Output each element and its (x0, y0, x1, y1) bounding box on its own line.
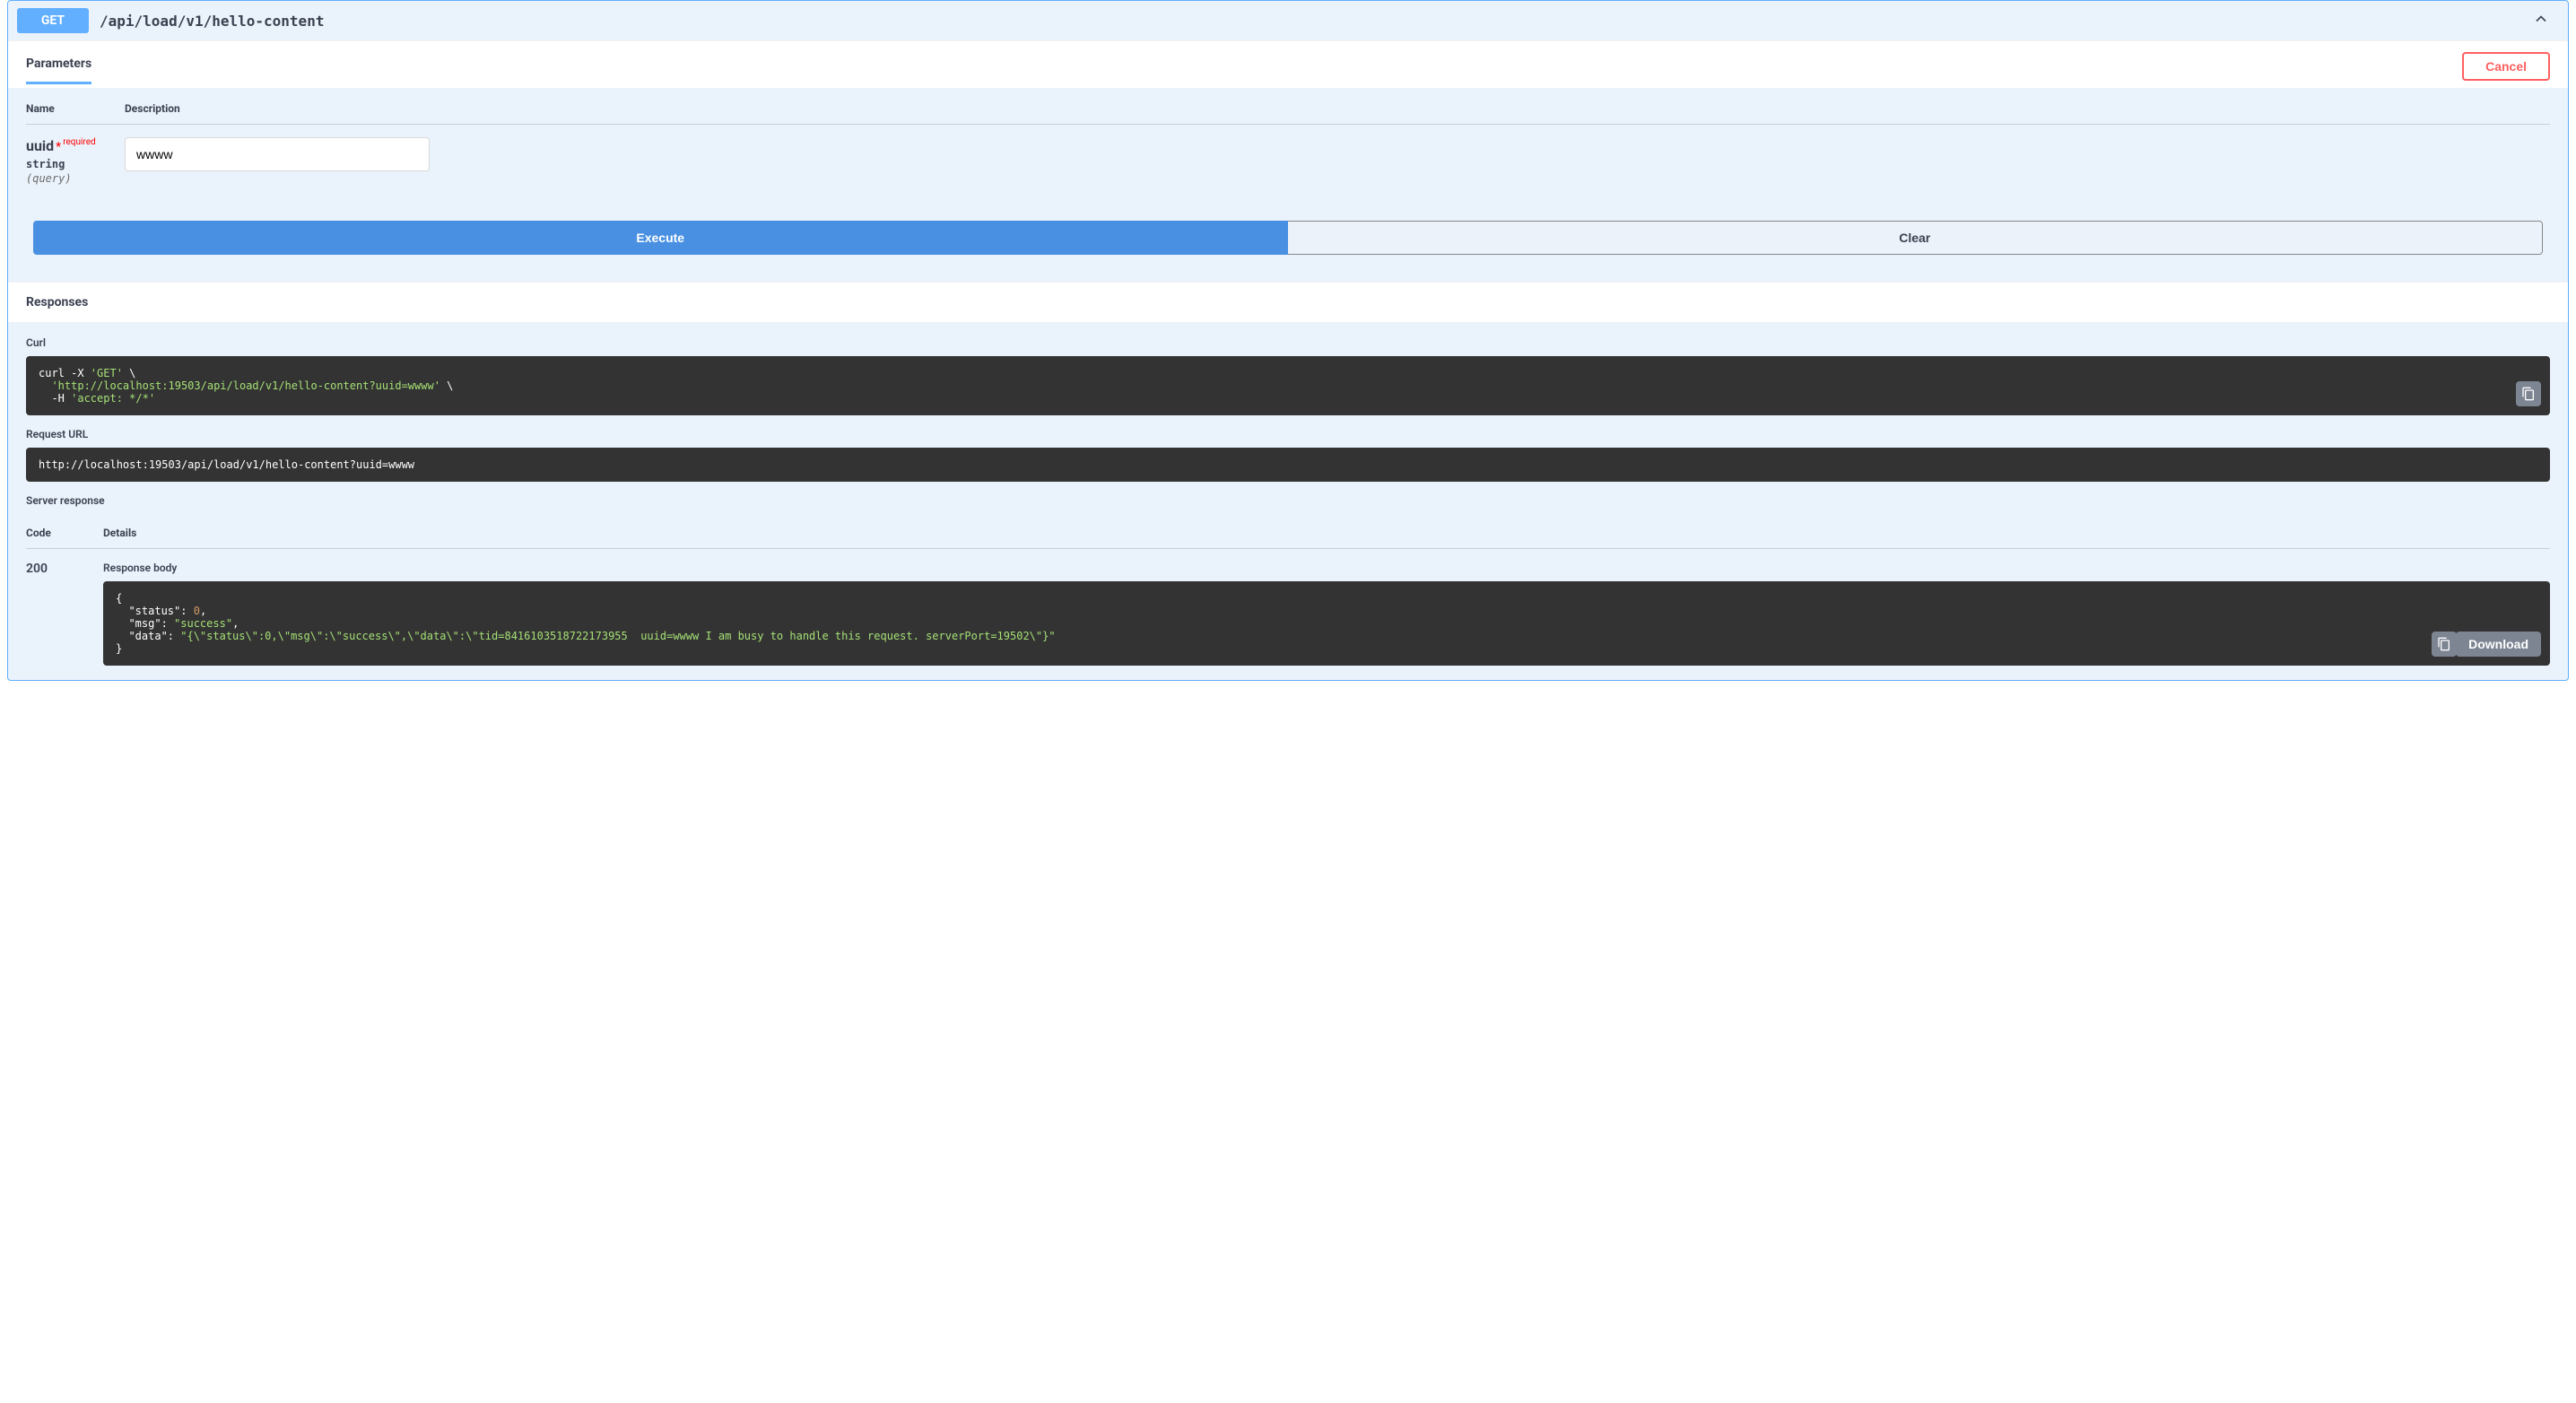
request-url-value: http://localhost:19503/api/load/v1/hello… (39, 458, 414, 471)
required-star-icon: * (54, 140, 61, 154)
cancel-button[interactable]: Cancel (2462, 52, 2550, 81)
chevron-up-icon[interactable] (2532, 10, 2550, 31)
parameters-table: Name Description uuid*required string (q… (8, 88, 2568, 203)
server-response-label: Server response (26, 494, 2550, 507)
json-string: "success" (174, 617, 232, 630)
endpoint-path: /api/load/v1/hello-content (100, 13, 324, 30)
required-label: required (61, 137, 95, 147)
method-badge: GET (17, 8, 89, 33)
curl-text (39, 379, 51, 392)
response-code: 200 (26, 562, 103, 576)
param-header-description: Description (125, 102, 180, 115)
json-key: "status" (116, 605, 180, 617)
param-row: uuid*required string (query) (26, 125, 2550, 203)
param-header-name: Name (26, 102, 125, 115)
json-string: "{\"status\":0,\"msg\":\"success\",\"dat… (180, 630, 1055, 642)
json-key: "msg" (116, 617, 161, 630)
curl-text: curl -X (39, 367, 91, 379)
json-comma: , (232, 617, 239, 630)
responses-header: Responses (8, 282, 2568, 322)
json-number: 0 (194, 605, 200, 617)
tab-parameters[interactable]: Parameters (26, 57, 91, 84)
response-body-block: { "status": 0, "msg": "success", "data":… (103, 581, 2550, 666)
json-comma: , (200, 605, 206, 617)
copy-curl-button[interactable] (2516, 381, 2541, 406)
curl-text: \ (440, 379, 453, 392)
json-colon: : (161, 617, 174, 630)
curl-label: Curl (26, 336, 2550, 349)
param-type: string (26, 158, 125, 170)
copy-body-button[interactable] (2432, 632, 2457, 657)
curl-url: 'http://localhost:19503/api/load/v1/hell… (51, 379, 439, 392)
execute-button[interactable]: Execute (33, 221, 1288, 255)
request-url-label: Request URL (26, 428, 2550, 440)
param-input-cell (125, 137, 430, 185)
response-details: Response body { "status": 0, "msg": "suc… (103, 562, 2550, 666)
operation-block: GET /api/load/v1/hello-content Parameter… (7, 0, 2569, 681)
curl-text: \ (123, 367, 135, 379)
json-brace: } (116, 642, 122, 655)
param-name-cell: uuid*required string (query) (26, 137, 125, 185)
clear-button[interactable]: Clear (1288, 221, 2544, 255)
request-url-block: http://localhost:19503/api/load/v1/hello… (26, 448, 2550, 482)
json-colon: : (168, 630, 180, 642)
param-headers-row: Name Description (26, 102, 2550, 125)
response-row: 200 Response body { "status": 0, "msg": … (26, 549, 2550, 666)
curl-block: curl -X 'GET' \ 'http://localhost:19503/… (26, 356, 2550, 415)
response-section: Curl curl -X 'GET' \ 'http://localhost:1… (8, 322, 2568, 680)
param-location: (query) (26, 172, 125, 185)
curl-method: 'GET' (91, 367, 123, 379)
response-header-details: Details (103, 527, 136, 539)
response-headers-row: Code Details (26, 514, 2550, 549)
json-brace: { (116, 592, 122, 605)
json-key: "data" (116, 630, 168, 642)
param-name: uuid (26, 137, 54, 154)
curl-text: -H (39, 392, 71, 405)
curl-header: 'accept: */*' (71, 392, 155, 405)
execute-row: Execute Clear (8, 203, 2568, 282)
uuid-input[interactable] (125, 137, 430, 171)
response-body-label: Response body (103, 562, 2550, 574)
parameters-bar: Parameters Cancel (8, 40, 2568, 88)
response-header-code: Code (26, 527, 103, 539)
json-colon: : (180, 605, 193, 617)
operation-header[interactable]: GET /api/load/v1/hello-content (8, 1, 2568, 40)
download-button[interactable]: Download (2456, 632, 2541, 657)
